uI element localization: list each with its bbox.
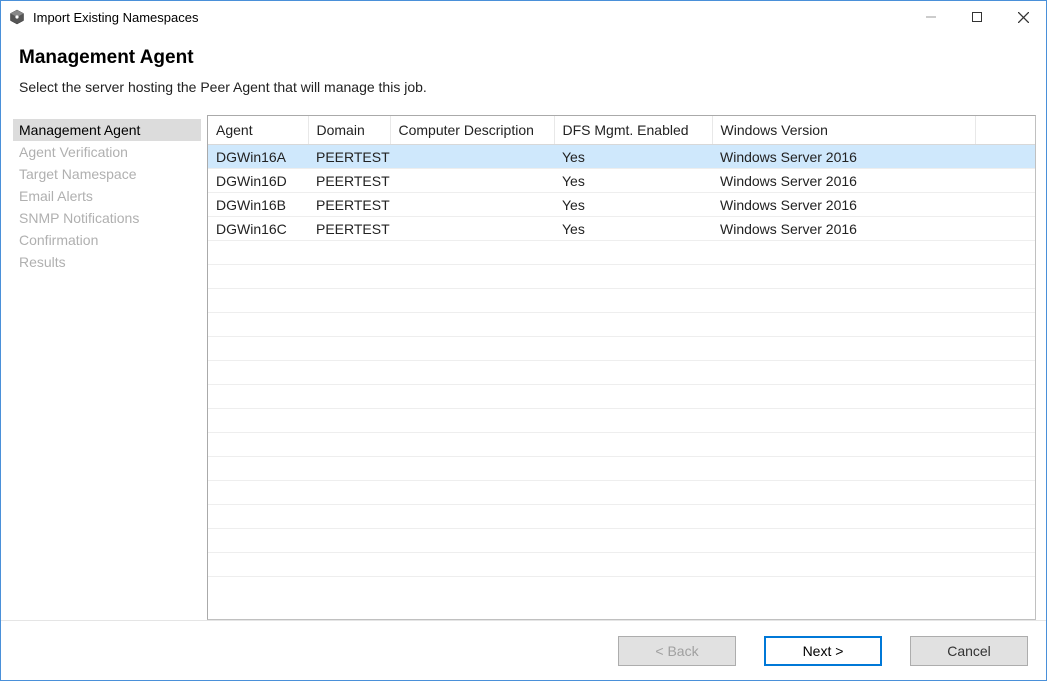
table-row-empty [208, 409, 1035, 433]
window-title: Import Existing Namespaces [33, 10, 198, 25]
table-row-empty [208, 481, 1035, 505]
col-header-dfs[interactable]: DFS Mgmt. Enabled [554, 116, 712, 145]
cell-winver: Windows Server 2016 [712, 217, 975, 241]
cell-pad [975, 193, 1035, 217]
table-row-empty [208, 313, 1035, 337]
table-row-empty [208, 337, 1035, 361]
agent-table: Agent Domain Computer Description DFS Mg… [208, 116, 1035, 577]
maximize-button[interactable] [954, 1, 1000, 33]
cell-pad [975, 145, 1035, 169]
col-header-domain[interactable]: Domain [308, 116, 390, 145]
cell-dfs: Yes [554, 193, 712, 217]
cell-pad [975, 217, 1035, 241]
cell-domain: PEERTEST [308, 217, 390, 241]
cell-desc [390, 193, 554, 217]
header: Management Agent Select the server hosti… [1, 33, 1046, 103]
col-header-desc[interactable]: Computer Description [390, 116, 554, 145]
minimize-button[interactable] [908, 1, 954, 33]
cell-desc [390, 169, 554, 193]
cell-dfs: Yes [554, 145, 712, 169]
cell-agent: DGWin16B [208, 193, 308, 217]
cell-domain: PEERTEST [308, 169, 390, 193]
wizard-step[interactable]: Agent Verification [13, 141, 201, 163]
page-subtitle: Select the server hosting the Peer Agent… [19, 79, 1028, 95]
table-row-empty [208, 265, 1035, 289]
wizard-step[interactable]: SNMP Notifications [13, 207, 201, 229]
close-button[interactable] [1000, 1, 1046, 33]
cell-desc [390, 145, 554, 169]
cell-agent: DGWin16D [208, 169, 308, 193]
table-row-empty [208, 361, 1035, 385]
cell-dfs: Yes [554, 217, 712, 241]
table-row-empty [208, 505, 1035, 529]
col-header-agent[interactable]: Agent [208, 116, 308, 145]
window-controls [908, 1, 1046, 33]
table-row-empty [208, 433, 1035, 457]
body: Management AgentAgent VerificationTarget… [1, 103, 1046, 620]
table-row[interactable]: DGWin16BPEERTEST YesWindows Server 2016 [208, 193, 1035, 217]
titlebar: Import Existing Namespaces [1, 1, 1046, 33]
wizard-step[interactable]: Email Alerts [13, 185, 201, 207]
main-pane: Agent Domain Computer Description DFS Mg… [207, 115, 1036, 620]
cell-desc [390, 217, 554, 241]
table-row-empty [208, 553, 1035, 577]
table-row-empty [208, 385, 1035, 409]
col-header-winver[interactable]: Windows Version [712, 116, 975, 145]
wizard-step[interactable]: Target Namespace [13, 163, 201, 185]
cancel-button[interactable]: Cancel [910, 636, 1028, 666]
cell-dfs: Yes [554, 169, 712, 193]
footer: < Back Next > Cancel [1, 620, 1046, 680]
table-row-empty [208, 289, 1035, 313]
page-title: Management Agent [19, 47, 1028, 69]
cell-agent: DGWin16A [208, 145, 308, 169]
table-row-empty [208, 457, 1035, 481]
table-row-empty [208, 241, 1035, 265]
table-row[interactable]: DGWin16DPEERTEST YesWindows Server 2016 [208, 169, 1035, 193]
cell-agent: DGWin16C [208, 217, 308, 241]
cell-winver: Windows Server 2016 [712, 169, 975, 193]
dialog-window: Import Existing Namespaces Management Ag… [0, 0, 1047, 681]
wizard-step[interactable]: Confirmation [13, 229, 201, 251]
table-row-empty [208, 529, 1035, 553]
table-header-row: Agent Domain Computer Description DFS Mg… [208, 116, 1035, 145]
table-row[interactable]: DGWin16CPEERTEST YesWindows Server 2016 [208, 217, 1035, 241]
cell-winver: Windows Server 2016 [712, 193, 975, 217]
app-icon [9, 9, 25, 25]
cell-winver: Windows Server 2016 [712, 145, 975, 169]
cell-domain: PEERTEST [308, 193, 390, 217]
cell-domain: PEERTEST [308, 145, 390, 169]
cell-pad [975, 169, 1035, 193]
agent-table-wrap[interactable]: Agent Domain Computer Description DFS Mg… [208, 116, 1035, 619]
wizard-step[interactable]: Results [13, 251, 201, 273]
next-button[interactable]: Next > [764, 636, 882, 666]
back-button: < Back [618, 636, 736, 666]
col-header-pad [975, 116, 1035, 145]
wizard-steps: Management AgentAgent VerificationTarget… [1, 115, 201, 620]
table-row[interactable]: DGWin16APEERTEST YesWindows Server 2016 [208, 145, 1035, 169]
wizard-step[interactable]: Management Agent [13, 119, 201, 141]
